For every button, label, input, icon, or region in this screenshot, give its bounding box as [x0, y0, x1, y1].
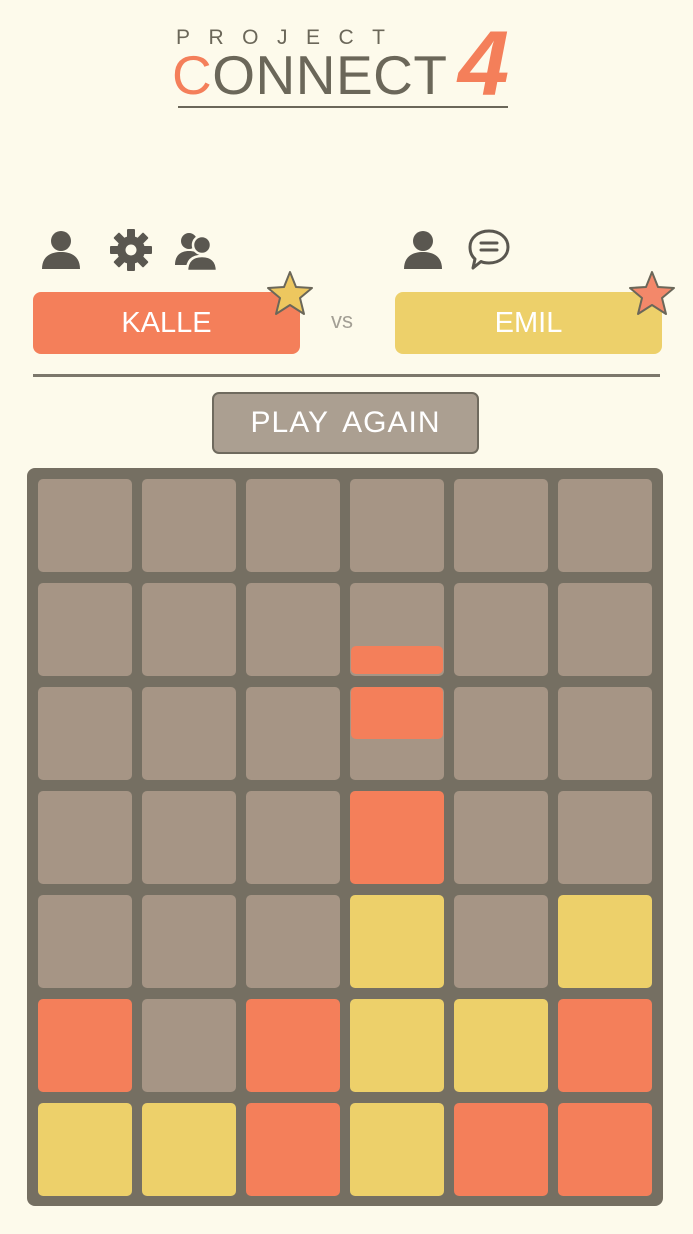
board-cell-empty[interactable] [246, 687, 340, 780]
board-cell-empty[interactable] [38, 687, 132, 780]
board-cell-empty[interactable] [38, 895, 132, 988]
board-cell-empty[interactable] [142, 999, 236, 1092]
player-two-name: EMIL [494, 306, 563, 339]
app-logo: PROJECT CONNECT 4 [0, 0, 693, 120]
board-cell-empty[interactable] [142, 895, 236, 988]
board-cell-empty[interactable] [558, 583, 652, 676]
board-cell-empty[interactable] [38, 583, 132, 676]
gear-icon[interactable] [109, 228, 153, 272]
star-icon [266, 270, 314, 316]
user-icon[interactable] [39, 227, 83, 271]
player-two-button[interactable]: EMIL [395, 292, 662, 354]
board-cell-yellow[interactable] [142, 1103, 236, 1196]
board-cell-empty[interactable] [246, 791, 340, 884]
falling-piece-trail [351, 646, 443, 674]
board-cell-empty[interactable] [142, 479, 236, 572]
play-again-button[interactable]: PLAY AGAIN [212, 392, 479, 454]
board-cell-yellow[interactable] [350, 1103, 444, 1196]
board-cell-red[interactable] [558, 999, 652, 1092]
board-cell-empty[interactable] [558, 791, 652, 884]
board-cell-empty[interactable] [558, 479, 652, 572]
board-cell-empty[interactable] [454, 791, 548, 884]
board-cell-red[interactable] [246, 1103, 340, 1196]
board-cell-yellow[interactable] [350, 999, 444, 1092]
board-cell-empty[interactable] [454, 687, 548, 780]
board-cell-yellow[interactable] [558, 895, 652, 988]
player-one-button[interactable]: KALLE [33, 292, 300, 354]
board-cell-red[interactable] [558, 1103, 652, 1196]
logo-underline [178, 106, 508, 108]
chat-bubble-icon[interactable] [467, 227, 511, 271]
board-cell-empty[interactable] [246, 479, 340, 572]
logo-number: 4 [458, 13, 510, 115]
falling-piece [351, 687, 443, 739]
star-icon [628, 270, 676, 316]
board-cell-yellow[interactable] [454, 999, 548, 1092]
divider [33, 374, 660, 377]
board-cell-empty[interactable] [246, 895, 340, 988]
player-one-name: KALLE [121, 306, 212, 339]
board-cell-empty[interactable] [454, 895, 548, 988]
friends-icon[interactable] [174, 228, 218, 272]
play-again-label: PLAY AGAIN [250, 406, 441, 439]
board-cell-yellow[interactable] [350, 895, 444, 988]
user-icon[interactable] [401, 227, 445, 271]
board-cell-empty[interactable] [142, 791, 236, 884]
logo-connect-rest: ONNECT [212, 44, 448, 106]
logo-connect-text: CONNECT [172, 46, 447, 104]
board-cell-empty[interactable] [142, 687, 236, 780]
board-cell-red[interactable] [246, 999, 340, 1092]
board-cell-empty[interactable] [38, 479, 132, 572]
board-cell-empty[interactable] [142, 583, 236, 676]
game-board[interactable] [27, 468, 663, 1206]
board-cell-empty[interactable] [454, 479, 548, 572]
versus-label: vs [331, 308, 353, 333]
board-cell-red[interactable] [454, 1103, 548, 1196]
board-cell-empty[interactable] [454, 583, 548, 676]
board-cell-red[interactable] [38, 999, 132, 1092]
board-cell-empty[interactable] [38, 791, 132, 884]
logo-connect-initial: C [172, 44, 213, 106]
board-cell-red[interactable] [350, 791, 444, 884]
board-cell-empty[interactable] [246, 583, 340, 676]
board-cell-empty[interactable] [350, 479, 444, 572]
board-cell-empty[interactable] [558, 687, 652, 780]
board-cell-yellow[interactable] [38, 1103, 132, 1196]
